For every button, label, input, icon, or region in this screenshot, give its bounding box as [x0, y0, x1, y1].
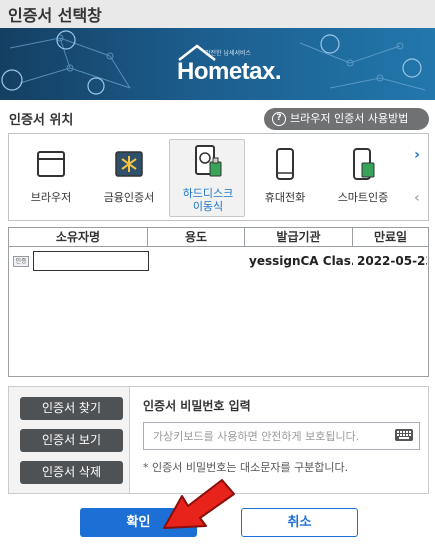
question-icon: ? [272, 112, 286, 126]
location-label: 하드디스크 이동식 [170, 187, 246, 213]
column-usage[interactable]: 용도 [148, 228, 245, 247]
hometax-logo: 안전한 납세서비스 Hometax. [175, 42, 282, 90]
location-label: 스마트인증 [337, 191, 389, 204]
location-browser[interactable]: 브라우저 [13, 139, 89, 217]
column-expiry[interactable]: 만료일 [353, 228, 428, 247]
chevron-right-icon[interactable]: › [406, 134, 428, 177]
confirm-button[interactable]: 확인 [80, 508, 197, 537]
password-case-note: * 인증서 비밀번호는 대소문자를 구분합니다. [143, 461, 349, 474]
help-button-label: 브라우저 인증서 사용방법 [290, 112, 409, 125]
cert-location-label: 인증서 위치 [9, 113, 74, 128]
location-label: 브라우저 [30, 191, 72, 204]
cert-password-input[interactable] [143, 422, 420, 450]
expiry-cell: 2022-05-23 [357, 254, 427, 268]
location-harddisk-usb[interactable]: 하드디스크 이동식 [169, 139, 245, 217]
location-mobile-phone[interactable]: 휴대전화 [247, 139, 323, 217]
browser-cert-help-button[interactable]: ? 브라우저 인증서 사용방법 [264, 108, 429, 130]
view-cert-button[interactable]: 인증서 보기 [20, 429, 123, 452]
location-nav: › ‹ [406, 134, 428, 220]
table-header: 소유자명 용도 발급기관 만료일 [9, 228, 428, 247]
location-label: 휴대전화 [264, 191, 306, 204]
location-smart-cert[interactable]: 스마트인증 [325, 139, 401, 217]
smart-cert-icon [353, 148, 375, 180]
mobile-phone-icon [276, 148, 294, 180]
certificate-icon: 인증 [13, 256, 29, 267]
location-label: 금융인증서 [103, 191, 155, 204]
window-title: 인증서 선택창 [8, 6, 102, 25]
chevron-left-icon[interactable]: ‹ [406, 177, 428, 220]
cert-action-panel: 인증서 찾기 인증서 보기 인증서 삭제 인증서 비밀번호 입력 * 인증서 비… [8, 386, 429, 494]
window-titlebar: 인증서 선택창 [0, 0, 435, 28]
logo-subtitle: 안전한 납세서비스 [205, 50, 252, 57]
harddisk-usb-icon [195, 145, 222, 177]
logo-text: Hometax. [177, 58, 282, 85]
table-row[interactable]: 인증 yessignCA Clas... 2022-05-23 [9, 248, 428, 274]
cert-table: 소유자명 용도 발급기관 만료일 인증 yessignCA Clas... 20… [8, 227, 429, 377]
column-owner[interactable]: 소유자명 [9, 228, 148, 247]
browser-window-icon [37, 151, 65, 177]
owner-name-cell [33, 251, 149, 271]
location-financial-cert[interactable]: 금융인증서 [91, 139, 167, 217]
find-cert-button[interactable]: 인증서 찾기 [20, 397, 123, 420]
cert-buttons-column: 인증서 찾기 인증서 보기 인증서 삭제 [9, 387, 130, 493]
cert-location-panel: 브라우저 금융인증서 하드디스크 이동식 휴대전화 스마트인증 › ‹ [8, 133, 429, 221]
financial-cert-icon [115, 151, 143, 177]
cancel-button[interactable]: 취소 [241, 508, 358, 537]
delete-cert-button[interactable]: 인증서 삭제 [20, 461, 123, 484]
hometax-banner: 안전한 납세서비스 Hometax. [0, 28, 435, 100]
password-label: 인증서 비밀번호 입력 [143, 399, 251, 413]
location-label-line2: 이동식 [192, 200, 224, 213]
location-label-line1: 하드디스크 [182, 187, 234, 200]
virtual-keyboard-icon[interactable] [395, 429, 413, 441]
column-issuer[interactable]: 발급기관 [245, 228, 353, 247]
issuer-cell: yessignCA Clas... [249, 254, 353, 268]
